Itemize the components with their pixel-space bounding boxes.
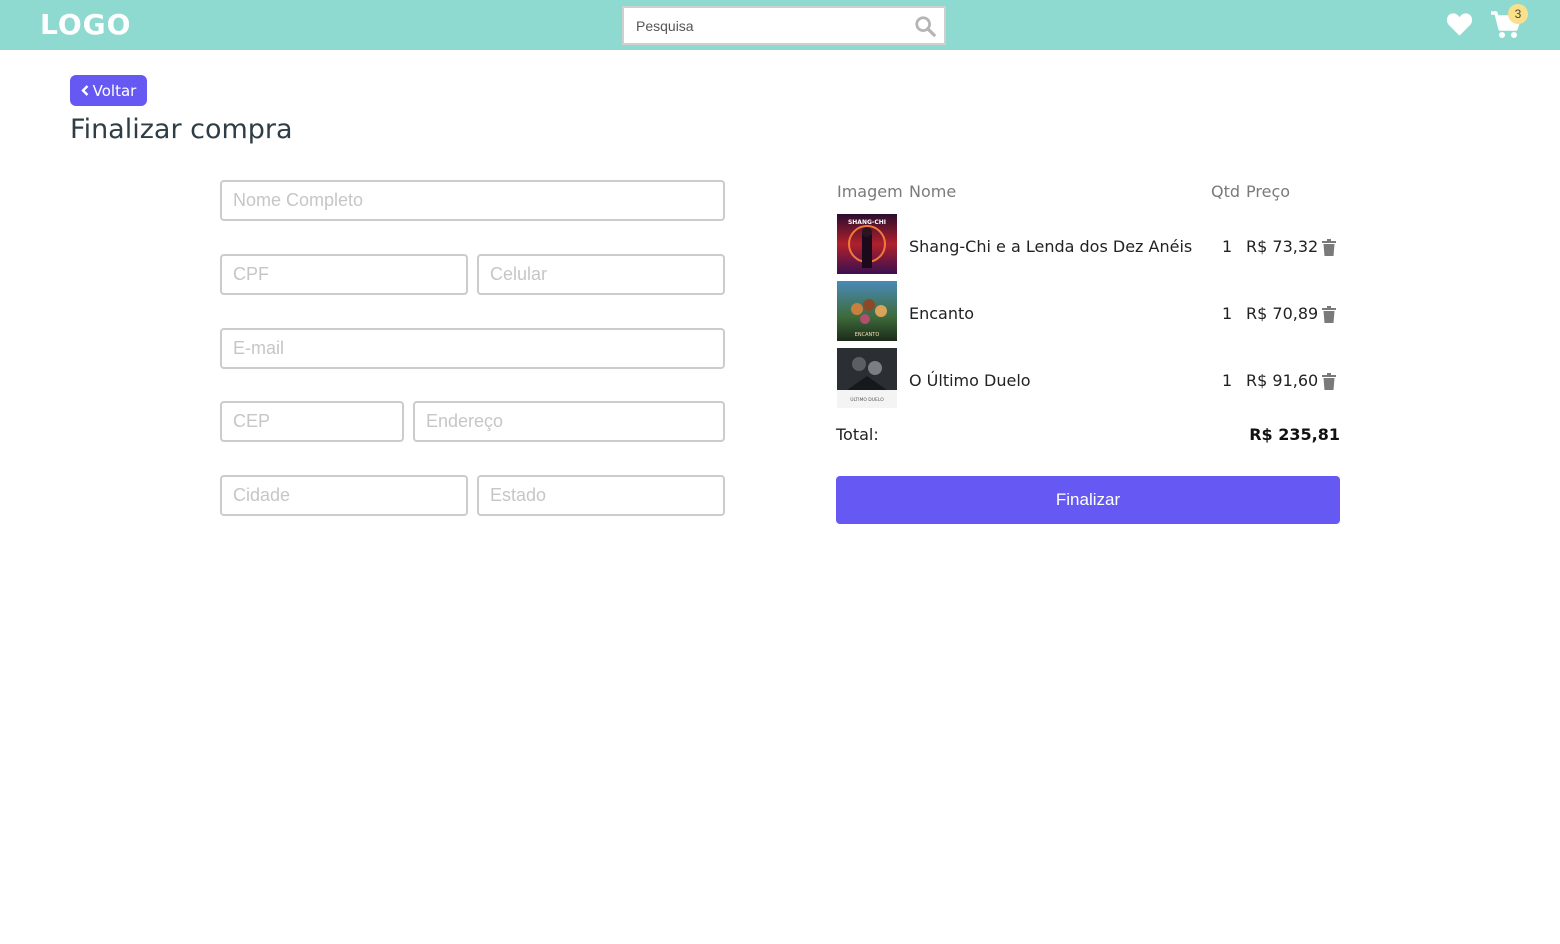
- column-header-image: Imagem: [837, 182, 903, 201]
- column-header-qty: Qtd: [1211, 182, 1241, 201]
- movie-poster-encanto: ENCANTO: [837, 281, 897, 341]
- logo[interactable]: LOGO: [40, 8, 131, 41]
- top-navbar: LOGO 3: [0, 0, 1560, 50]
- search-box: [622, 6, 946, 45]
- cart-count-badge: 3: [1508, 4, 1528, 24]
- heart-icon[interactable]: [1446, 12, 1473, 37]
- state-field[interactable]: [477, 475, 725, 516]
- trash-icon[interactable]: [1322, 306, 1336, 323]
- search-icon[interactable]: [914, 15, 936, 37]
- city-field[interactable]: [220, 475, 468, 516]
- item-name: O Último Duelo: [909, 371, 1031, 390]
- full-name-field[interactable]: [220, 180, 725, 221]
- item-price: R$ 70,89: [1246, 304, 1319, 323]
- column-header-price: Preço: [1246, 182, 1291, 201]
- finalize-button[interactable]: Finalizar: [836, 476, 1340, 524]
- item-qty: 1: [1222, 371, 1233, 390]
- chevron-left-icon: [80, 85, 89, 96]
- poster-caption: ENCANTO: [855, 332, 880, 338]
- back-button[interactable]: Voltar: [70, 75, 147, 106]
- page-title: Finalizar compra: [70, 114, 293, 145]
- phone-field[interactable]: [477, 254, 725, 295]
- back-button-label: Voltar: [92, 81, 137, 100]
- movie-poster-ultimo-duelo: ÚLTIMO DUELO: [837, 348, 897, 408]
- item-name: Shang-Chi e a Lenda dos Dez Anéis: [909, 237, 1193, 256]
- item-price: R$ 91,60: [1246, 371, 1319, 390]
- total-value: R$ 235,81: [1249, 425, 1340, 444]
- item-name: Encanto: [909, 304, 975, 323]
- item-qty: 1: [1222, 304, 1233, 323]
- search-input[interactable]: [624, 8, 904, 43]
- email-field[interactable]: [220, 328, 725, 369]
- trash-icon[interactable]: [1322, 239, 1336, 256]
- item-qty: 1: [1222, 237, 1233, 256]
- column-header-name: Nome: [909, 182, 957, 201]
- cpf-field[interactable]: [220, 254, 468, 295]
- cep-field[interactable]: [220, 401, 404, 442]
- poster-caption: ÚLTIMO DUELO: [850, 396, 884, 403]
- poster-caption: SHANG-CHI: [848, 219, 886, 226]
- movie-poster-shang-chi: SHANG-CHI: [837, 214, 897, 274]
- trash-icon[interactable]: [1322, 373, 1336, 390]
- item-price: R$ 73,32: [1246, 237, 1319, 256]
- total-label: Total:: [836, 425, 879, 444]
- address-field[interactable]: [413, 401, 725, 442]
